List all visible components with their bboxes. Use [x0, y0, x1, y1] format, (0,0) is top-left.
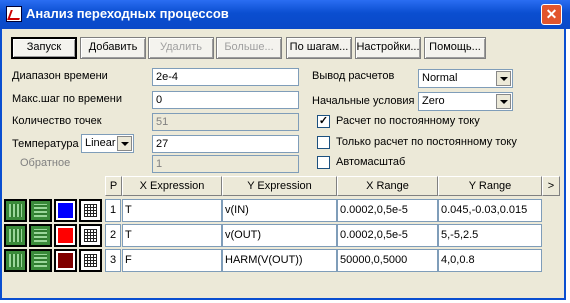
header-scroll-right[interactable]: > — [542, 176, 560, 196]
header-p[interactable]: P — [105, 176, 122, 196]
max-step-input[interactable]: 0 — [152, 91, 299, 109]
step-button[interactable]: По шагам... — [286, 37, 352, 59]
window-title: Анализ переходных процессов — [26, 6, 229, 21]
temperature-mode-value: Linear — [85, 137, 116, 149]
close-button[interactable]: ✕ — [541, 4, 562, 25]
y-range-cell[interactable]: 5,-5,2.5 — [438, 224, 542, 247]
x-expression-cell[interactable]: F — [122, 249, 222, 272]
header-y-expression[interactable]: Y Expression — [222, 176, 337, 196]
color-fill — [58, 228, 73, 243]
color-swatch[interactable] — [54, 249, 77, 272]
reverse-input[interactable]: 1 — [152, 155, 299, 173]
temperature-input[interactable]: 27 — [152, 135, 299, 153]
grid-lines-icon[interactable] — [29, 224, 52, 247]
expression-table: P X Expression Y Expression X Range Y Ra… — [4, 176, 562, 276]
time-range-input[interactable]: 2e-4 — [152, 68, 299, 86]
x-expression-cell[interactable]: T — [122, 199, 222, 222]
title-bar[interactable]: Анализ переходных процессов ✕ — [0, 0, 570, 29]
plot-style-icon[interactable] — [4, 249, 27, 272]
grid-lines-icon[interactable] — [29, 199, 52, 222]
table-grid-icon[interactable] — [79, 199, 102, 222]
row-number[interactable]: 3 — [105, 249, 121, 272]
color-swatch[interactable] — [54, 199, 77, 222]
row-number[interactable]: 1 — [105, 199, 121, 222]
x-range-cell[interactable]: 50000,0,5000 — [337, 249, 438, 272]
table-grid-icon[interactable] — [79, 249, 102, 272]
color-swatch[interactable] — [54, 224, 77, 247]
more-button[interactable]: Больше... — [216, 37, 282, 59]
row-number[interactable]: 2 — [105, 224, 121, 247]
app-icon — [6, 6, 22, 22]
header-x-range[interactable]: X Range — [337, 176, 438, 196]
chevron-down-icon[interactable] — [496, 71, 511, 86]
output-select[interactable]: Normal — [418, 69, 513, 88]
y-range-cell[interactable]: 4,0,0.8 — [438, 249, 542, 272]
remove-button[interactable]: Удалить — [148, 37, 214, 59]
y-range-cell[interactable]: 0.045,-0.03,0.015 — [438, 199, 542, 222]
dc-only-label: Только расчет по постоянному току — [336, 136, 517, 148]
color-fill — [58, 203, 73, 218]
x-range-cell[interactable]: 0.0002,0,5e-5 — [337, 224, 438, 247]
initial-conditions-label: Начальные условия — [312, 95, 415, 107]
add-button[interactable]: Добавить — [80, 37, 146, 59]
y-expression-cell[interactable]: v(IN) — [222, 199, 337, 222]
initial-conditions-value: Zero — [422, 95, 445, 107]
autoscale-checkbox[interactable] — [317, 156, 330, 169]
output-select-value: Normal — [422, 72, 458, 84]
dc-only-checkbox[interactable] — [317, 136, 330, 149]
y-expression-cell[interactable]: HARM(V(OUT)) — [222, 249, 337, 272]
reverse-label: Обратное — [20, 157, 71, 169]
temperature-mode-select[interactable]: Linear — [81, 134, 134, 153]
num-points-label: Количество точек — [12, 115, 102, 127]
num-points-input[interactable]: 51 — [152, 113, 299, 131]
plot-style-icon[interactable] — [4, 224, 27, 247]
x-expression-cell[interactable]: T — [122, 224, 222, 247]
output-label: Вывод расчетов — [312, 70, 395, 82]
header-y-range[interactable]: Y Range — [438, 176, 542, 196]
time-range-label: Диапазон времени — [12, 70, 108, 82]
run-button[interactable]: Запуск — [11, 37, 77, 59]
dc-calc-label: Расчет по постоянному току — [336, 115, 480, 127]
y-expression-cell[interactable]: v(OUT) — [222, 224, 337, 247]
dc-calc-checkbox[interactable]: ✓ — [317, 115, 330, 128]
grid-lines-icon[interactable] — [29, 249, 52, 272]
header-x-expression[interactable]: X Expression — [122, 176, 222, 196]
x-range-cell[interactable]: 0.0002,0,5e-5 — [337, 199, 438, 222]
temperature-label: Температура — [12, 138, 79, 150]
help-button[interactable]: Помощь... — [424, 37, 486, 59]
chevron-down-icon[interactable] — [117, 136, 132, 151]
autoscale-label: Автомасштаб — [336, 156, 406, 168]
chevron-down-icon[interactable] — [496, 94, 511, 109]
plot-style-icon[interactable] — [4, 199, 27, 222]
settings-button[interactable]: Настройки... — [355, 37, 421, 59]
max-step-label: Макс.шаг по времени — [12, 93, 123, 105]
initial-conditions-select[interactable]: Zero — [418, 92, 513, 111]
table-grid-icon[interactable] — [79, 224, 102, 247]
color-fill — [58, 253, 73, 268]
